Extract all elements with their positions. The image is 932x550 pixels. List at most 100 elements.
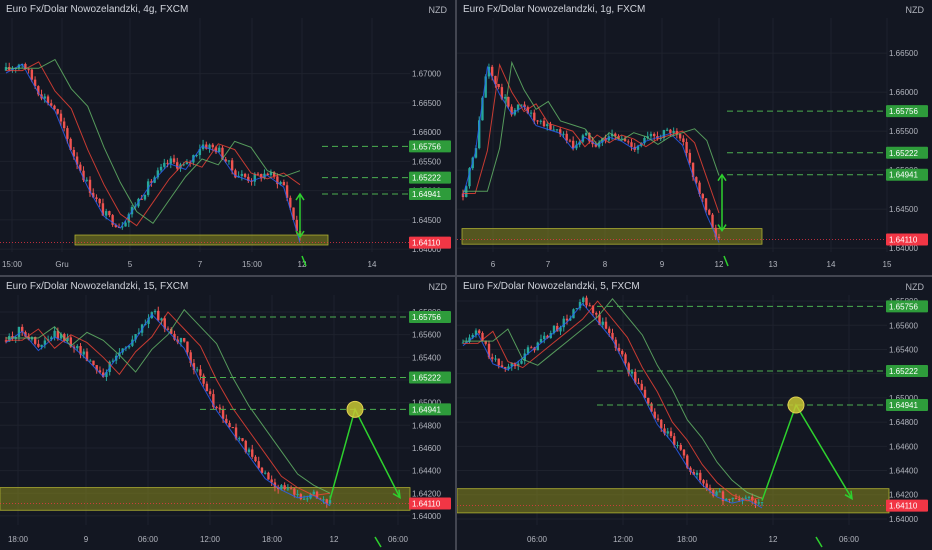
candle-body [238, 438, 241, 440]
candle-body [227, 160, 231, 162]
level-label: 1.65756 [889, 302, 918, 311]
y-tick-label: 1.64200 [889, 491, 918, 500]
candle-body [53, 105, 56, 110]
chart-panel-4h[interactable]: 1.670001.665001.660001.655001.650001.645… [0, 0, 455, 275]
current-price-label: 1.64110 [889, 502, 918, 511]
candle-body [604, 321, 608, 329]
current-price-label: 1.64110 [412, 239, 441, 248]
x-tick-label: 7 [198, 260, 203, 269]
candle-body [708, 210, 711, 215]
candle-body [562, 133, 565, 135]
candle-body [624, 354, 627, 364]
candle-body [688, 152, 692, 163]
candle-body [153, 310, 157, 313]
y-tick-label: 1.66000 [889, 88, 918, 97]
candle-body [59, 113, 63, 122]
currency-label: NZD [905, 5, 925, 15]
candle-body [302, 498, 306, 500]
y-tick-label: 1.65500 [412, 157, 441, 166]
candle-body [322, 499, 325, 501]
candle-body [669, 431, 673, 437]
candle-body [30, 69, 34, 80]
candle-body [678, 134, 682, 139]
chart-panel-15m[interactable]: 1.658001.656001.654001.652001.650001.648… [0, 277, 455, 550]
candle-body [312, 491, 315, 495]
candle-body [85, 179, 88, 181]
candle-body [731, 497, 734, 500]
candle-body [183, 338, 186, 342]
candle-body [555, 129, 559, 131]
candle-body [66, 128, 69, 139]
candle-body [108, 211, 111, 216]
level-label: 1.65756 [889, 107, 918, 116]
x-tick-label: 06:00 [138, 535, 159, 544]
target-circle [346, 400, 364, 418]
candle-body [199, 369, 202, 376]
y-tick-label: 1.66500 [412, 99, 441, 108]
candle-body [240, 173, 244, 176]
y-tick-label: 1.64800 [412, 421, 441, 430]
candle-body [282, 181, 286, 186]
chart-panel-1h[interactable]: 1.665001.660001.655001.650001.645001.640… [457, 0, 932, 275]
candle-body [640, 383, 643, 390]
x-tick-label: 13 [769, 260, 778, 269]
candle-body [757, 502, 760, 504]
candle-body [306, 498, 309, 500]
y-tick-label: 1.65500 [889, 127, 918, 136]
candle-body [215, 406, 218, 408]
candle-body [280, 485, 283, 490]
candle-body [17, 326, 21, 338]
candle-body [211, 144, 214, 148]
y-tick-label: 1.64000 [889, 515, 918, 524]
x-tick-label: 12:00 [200, 535, 221, 544]
candle-body [637, 382, 640, 384]
candle-body [256, 173, 260, 175]
candle-body [293, 488, 296, 495]
candle-body [582, 297, 585, 303]
candle-body [56, 109, 59, 114]
chart-panel-5m[interactable]: 1.658001.656001.654001.652001.650001.648… [457, 277, 932, 550]
candle-body [490, 66, 494, 76]
candle-body [520, 360, 523, 364]
candle-body [665, 129, 669, 131]
candle-body [595, 313, 598, 315]
x-tick-label: 18:00 [8, 535, 29, 544]
x-tick-label: 12 [330, 535, 339, 544]
candle-body [494, 358, 497, 360]
candle-body [231, 427, 234, 429]
candle-body [630, 371, 634, 374]
x-tick-label: 14 [368, 260, 377, 269]
chart-svg: 1.658001.656001.654001.652001.650001.648… [457, 277, 932, 550]
candle-body [166, 328, 170, 330]
candle-body [744, 497, 747, 499]
candle-body [568, 140, 572, 142]
candle-body [728, 498, 731, 500]
currency-label: NZD [428, 5, 448, 15]
y-tick-label: 1.65400 [412, 353, 441, 362]
candle-body [718, 491, 721, 493]
x-tick-label: 06:00 [839, 535, 860, 544]
level-label: 1.64941 [412, 405, 441, 414]
candle-body [649, 133, 653, 137]
candle-body [608, 328, 611, 333]
candle-body [717, 236, 721, 238]
y-tick-label: 1.64800 [889, 418, 918, 427]
level-label: 1.65222 [412, 174, 441, 183]
candle-body [62, 121, 66, 129]
currency-label: NZD [905, 282, 925, 292]
level-label: 1.64941 [889, 171, 918, 180]
level-label: 1.64941 [412, 190, 441, 199]
candle-body [50, 103, 53, 106]
candle-body [172, 158, 176, 163]
y-tick-label: 1.64600 [412, 444, 441, 453]
candle-body [95, 197, 98, 200]
candle-body [289, 488, 293, 490]
support-zone [461, 228, 763, 245]
candle-body [754, 500, 757, 504]
currency-label: NZD [428, 282, 448, 292]
candle-body [43, 96, 46, 99]
y-tick-label: 1.66500 [889, 49, 918, 58]
candle-body [715, 491, 718, 496]
y-tick-label: 1.64500 [412, 216, 441, 225]
candle-body [264, 472, 267, 474]
